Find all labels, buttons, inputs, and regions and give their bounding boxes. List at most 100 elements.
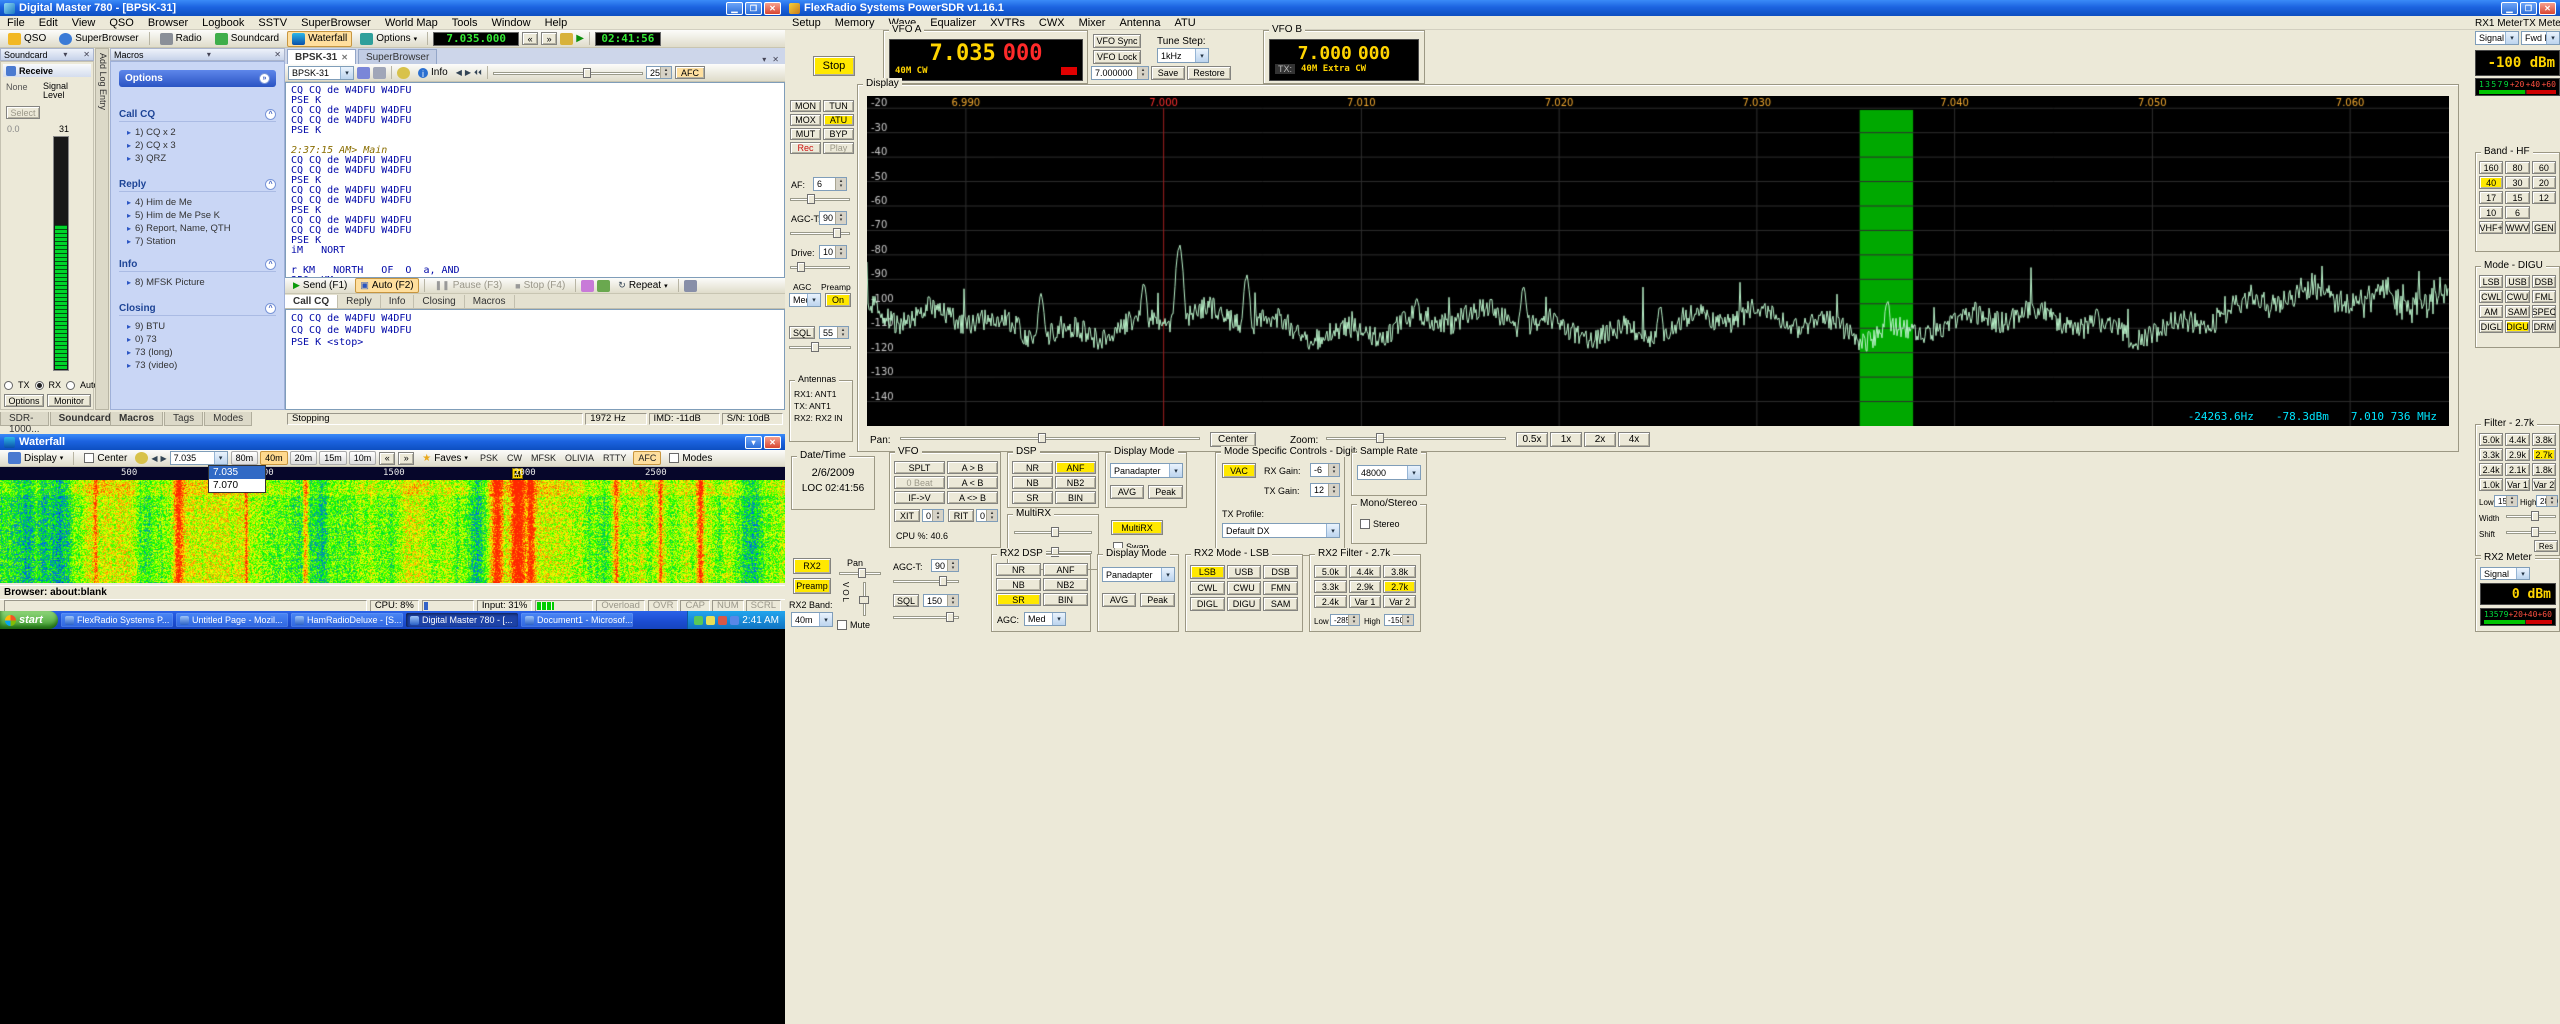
rx-radio[interactable] (35, 381, 44, 390)
menu-item[interactable]: Tools (445, 16, 485, 30)
band-button[interactable]: 12 (2532, 191, 2556, 204)
start-icon[interactable]: ▶ (576, 33, 584, 44)
rx2-pan-slider[interactable] (839, 568, 881, 578)
rx2-sql-button[interactable]: SQL (893, 594, 919, 607)
agct-slider[interactable] (790, 228, 850, 238)
band-button[interactable]: 40m (260, 451, 288, 465)
waterfall-frequency-scale[interactable]: M 5001000150020002500 (0, 467, 785, 480)
filter-button[interactable]: Var 2 (2532, 478, 2556, 491)
tab-superbrowser[interactable]: SuperBrowser (358, 49, 437, 64)
xit-spinner[interactable]: 0 (922, 509, 944, 522)
frequency-dropdown-list[interactable]: 7.0357.070 (208, 465, 266, 493)
macro-item[interactable]: ▸0) 73 (127, 333, 285, 345)
display-mode-select[interactable]: Panadapter (1110, 463, 1183, 478)
menu-item[interactable]: QSO (102, 16, 140, 30)
rx2-filter-button[interactable]: 3.3k (1314, 580, 1347, 593)
vfo-sync-button[interactable]: VFO Sync (1093, 34, 1141, 48)
filter-low-field[interactable]: 150 (2494, 495, 2518, 507)
macro-item[interactable]: ▸1) CQ x 2 (127, 126, 285, 138)
clear-icon[interactable] (581, 280, 594, 292)
rx2-filter-button[interactable]: 2.9k (1349, 580, 1382, 593)
squelch-value[interactable]: 25 (646, 66, 672, 79)
mode-shortcut[interactable]: MFSK (527, 452, 560, 464)
mode-select[interactable]: BPSK-31 (288, 66, 354, 80)
band-button[interactable]: WWV (2505, 221, 2529, 234)
band-button[interactable]: 10m (349, 451, 377, 465)
tab-bpsk31[interactable]: BPSK-31✕ (287, 49, 356, 64)
tune-step-select[interactable]: 1kHz (1157, 48, 1209, 63)
rx2-filter-button[interactable]: 4.4k (1349, 565, 1382, 578)
task-button[interactable]: Digital Master 780 - [... (406, 613, 518, 627)
compose-tab[interactable]: Reply (338, 295, 381, 308)
control-button[interactable]: Rec (790, 142, 821, 154)
dsp-button[interactable]: NB2 (1055, 476, 1096, 489)
modes-button[interactable]: Modes (664, 451, 717, 466)
vfo-op-button[interactable]: A > B (947, 461, 998, 474)
scan-left-icon[interactable]: « (379, 452, 395, 465)
task-button[interactable]: Document1 - Microsof... (521, 613, 633, 627)
save-button[interactable]: Save (1151, 66, 1185, 80)
drive-spinner[interactable]: 10 (819, 245, 847, 259)
task-button[interactable]: HamRadioDeluxe - [S... (291, 613, 403, 627)
tx-text-area[interactable]: CQ CQ de W4DFU W4DFUCQ CQ de W4DFU W4DFU… (285, 309, 785, 410)
agc-select[interactable]: Med (789, 293, 821, 307)
rx2-peak-button[interactable]: Peak (1140, 593, 1175, 607)
macro-section-reply[interactable]: Reply^ (119, 178, 276, 192)
preamp-button[interactable]: On (825, 293, 851, 307)
band-button[interactable]: 160 (2479, 161, 2503, 174)
mode-button[interactable]: CWL (2479, 290, 2503, 303)
waterfall-button[interactable]: Waterfall (287, 31, 352, 47)
dsp-button[interactable]: SR (1012, 491, 1053, 504)
menu-item[interactable]: ATU (1167, 16, 1202, 30)
menu-item[interactable]: Edit (32, 16, 65, 30)
next-icon[interactable]: ▶ (160, 454, 166, 463)
mode-shortcut[interactable]: OLIVIA (561, 452, 598, 464)
pan-center-button[interactable]: Center (1210, 432, 1256, 447)
af-spinner[interactable]: 6 (813, 177, 847, 191)
rx2-agct-slider[interactable] (893, 576, 959, 586)
macro-section-info[interactable]: Info^ (119, 258, 276, 272)
filter-button[interactable]: 2.9k (2505, 448, 2529, 461)
tray-icon[interactable] (706, 616, 715, 625)
menu-item[interactable]: Mixer (1072, 16, 1113, 30)
af-slider[interactable] (790, 194, 850, 204)
menu-item[interactable]: SSTV (251, 16, 294, 30)
prev-icon[interactable]: ◀ (151, 454, 157, 463)
rx2-mode-button[interactable]: LSB (1190, 565, 1225, 579)
vfo-op-button[interactable]: IF->V (894, 491, 945, 504)
pin-icon[interactable]: ▾ (745, 436, 762, 449)
info-button[interactable]: iInfo (413, 65, 453, 80)
powersdr-titlebar[interactable]: FlexRadio Systems PowerSDR v1.16.1 ▁ ❐ ✕ (785, 0, 2560, 16)
zoom-icon[interactable] (397, 67, 410, 79)
tray-icon[interactable] (718, 616, 727, 625)
panel-tab[interactable]: Macros (110, 412, 163, 426)
band-button[interactable]: 30 (2505, 176, 2529, 189)
menu-item[interactable]: Setup (785, 16, 828, 30)
filter-width-slider[interactable] (2506, 511, 2556, 521)
compose-tab[interactable]: Closing (414, 295, 464, 308)
options-button[interactable]: Options (4, 394, 44, 407)
xit-button[interactable]: XIT (894, 509, 920, 522)
band-button[interactable]: 60 (2532, 161, 2556, 174)
frequency-select[interactable]: 7.035 (170, 451, 228, 465)
sql-button[interactable]: SQL (789, 326, 815, 339)
afc-button[interactable]: AFC (675, 66, 705, 79)
filter-button[interactable]: 5.0k (2479, 433, 2503, 446)
band-button[interactable]: 40 (2479, 176, 2503, 189)
pause-button[interactable]: ❚❚Pause (F3) (430, 278, 508, 293)
filter-button[interactable]: 2.4k (2479, 463, 2503, 476)
dsp-button[interactable]: BIN (1055, 491, 1096, 504)
rx2-button[interactable]: RX2 (793, 558, 831, 574)
display-menu-button[interactable]: Display▾ (3, 450, 68, 466)
panadapter-display[interactable]: -24263.6Hz -78.3dBm 7.010 736 MHz (867, 96, 2449, 426)
macro-options-button[interactable]: Options» (119, 70, 276, 87)
rx2-dsp-button[interactable]: SR (996, 593, 1041, 606)
macro-item[interactable]: ▸73 (video) (127, 359, 285, 371)
compose-tab[interactable]: Info (381, 295, 415, 308)
collapse-icon[interactable]: ^ (265, 179, 276, 190)
mode-shortcut[interactable]: CW (503, 452, 526, 464)
band-button[interactable]: 80 (2505, 161, 2529, 174)
rx2-mode-button[interactable]: USB (1227, 565, 1262, 579)
filter-button[interactable]: 3.3k (2479, 448, 2503, 461)
dm780-titlebar[interactable]: Digital Master 780 - [BPSK-31] ▁ ❐ ✕ (0, 0, 785, 16)
